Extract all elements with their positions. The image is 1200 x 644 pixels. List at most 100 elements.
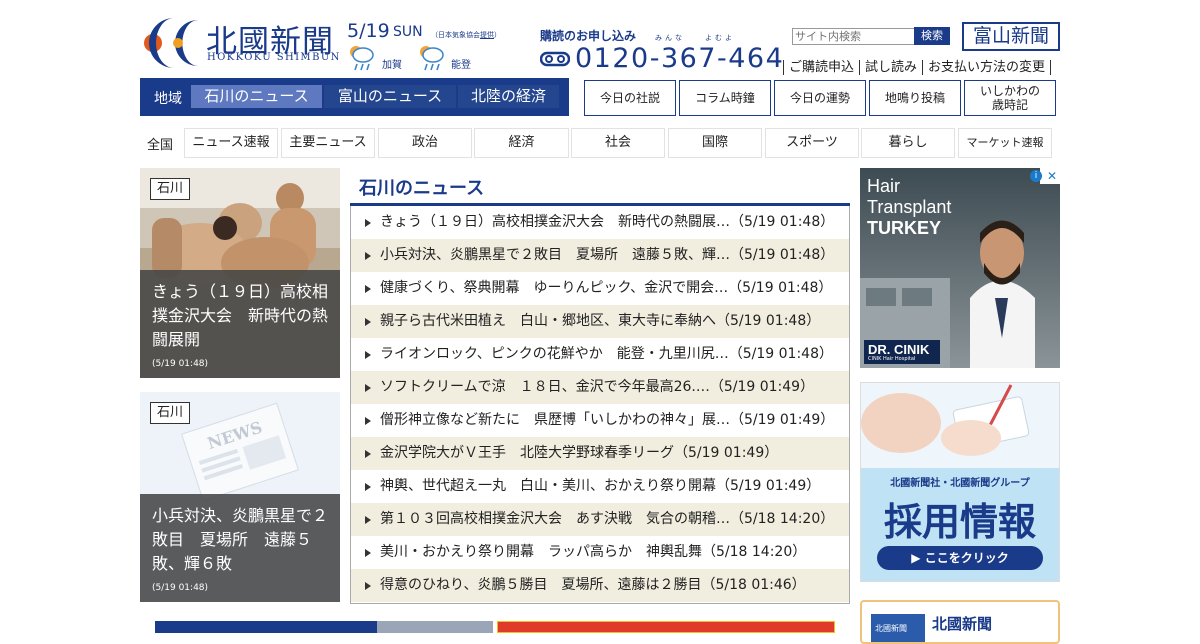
hair-ad-line1: Hair	[867, 176, 901, 196]
subscription-links: ご購読申込 試し読み お支払い方法の変更	[783, 56, 1052, 75]
site-search-input[interactable]	[792, 28, 916, 45]
tab-breaking-news[interactable]: ニュース速報	[184, 128, 278, 158]
hair-transplant-ad[interactable]: i ✕ Hair Transplant TURKEY DR. CINIK CIN…	[860, 168, 1060, 368]
news-headline[interactable]: 健康づくり、祭典開幕 ゆーりんピック、金沢で開会…（5/19 01:48）	[380, 272, 832, 305]
ishikawa-seasonal-button[interactable]: いしかわの 歳時記	[964, 80, 1056, 116]
bottom-banner-photo	[377, 621, 493, 633]
cloudy-rain-icon[interactable]	[416, 42, 446, 72]
list-item[interactable]: 神輿、世代超え一丸 白山・美川、おかえり祭り開幕（5/19 01:49）	[351, 470, 849, 503]
triangle-bullet-icon	[365, 384, 371, 392]
featured-card[interactable]: 石川 きょう（１９日）高校相撲金沢大会 新時代の熱闘展開 (5/19 01:48…	[140, 168, 340, 378]
hair-ad-brand: DR. CINIK	[868, 342, 930, 357]
tab-economy[interactable]: 経済	[474, 128, 569, 158]
news-section-heading: 石川のニュース	[359, 178, 485, 199]
weather-area-noto[interactable]: 能登	[451, 56, 471, 71]
tab-sports[interactable]: スポーツ	[765, 128, 859, 158]
news-headline[interactable]: きょう（１９日）高校相撲金沢大会 新時代の熱闘展…（5/19 01:48）	[380, 206, 834, 239]
weather-credit-suffix: ）	[494, 31, 501, 39]
column-jisho-button[interactable]: コラム時鐘	[679, 80, 771, 116]
tab-society[interactable]: 社会	[571, 128, 665, 158]
news-headline[interactable]: 第１０３回高校相撲金沢大会 あす決戦 気合の朝稽…（5/18 14:20）	[380, 503, 834, 536]
recruitment-ad[interactable]: 北國新聞社・北國新聞グループ 採用情報 ▶ ここをクリック	[860, 382, 1060, 582]
editorial-button[interactable]: 今日の社説	[584, 80, 676, 116]
cloudy-rain-icon[interactable]	[346, 42, 376, 72]
subscription-phone[interactable]: 0120-367-464	[575, 43, 784, 74]
hokkoku-app-logo-text: 北國新聞	[875, 624, 907, 633]
weather-area-kaga[interactable]: 加賀	[382, 56, 402, 71]
weather-credit-link[interactable]: 提供	[480, 31, 494, 39]
tab-toyama-news[interactable]: 富山のニュース	[324, 85, 456, 108]
card-title[interactable]: 小兵対決、炎鵬黒星で２敗目 夏場所 遠藤５敗、輝６敗	[152, 504, 330, 576]
recruit-ad-cta[interactable]: ▶ ここをクリック	[877, 546, 1043, 570]
list-item[interactable]: 美川・おかえり祭り開幕 ラッパ高らか 神輿乱舞（5/18 14:20）	[351, 536, 849, 569]
triangle-bullet-icon	[365, 219, 371, 227]
triangle-bullet-icon	[365, 351, 371, 359]
subscribe-link[interactable]: ご購読申込	[783, 60, 860, 75]
tab-living[interactable]: 暮らし	[861, 128, 955, 158]
tab-international[interactable]: 国際	[668, 128, 762, 158]
ishikawa-seasonal-label: いしかわの 歳時記	[979, 84, 1040, 112]
list-item[interactable]: きょう（１９日）高校相撲金沢大会 新時代の熱闘展…（5/19 01:48）	[351, 206, 849, 239]
news-headline[interactable]: 小兵対決、炎鵬黒星で２敗目 夏場所 遠藤５敗、輝…（5/19 01:48）	[380, 239, 834, 272]
news-headline[interactable]: 親子ら古代米田植え 白山・郷地区、東大寺に奉納へ（5/19 01:48）	[380, 305, 820, 338]
news-list: きょう（１９日）高校相撲金沢大会 新時代の熱闘展…（5/19 01:48） 小兵…	[350, 206, 850, 604]
featured-card[interactable]: NEWS 石川 小兵対決、炎鵬黒星で２敗目 夏場所 遠藤５敗、輝６敗 (5/19…	[140, 392, 340, 602]
card-caption: 小兵対決、炎鵬黒星で２敗目 夏場所 遠藤５敗、輝６敗 (5/19 01:48)	[140, 494, 340, 602]
news-headline[interactable]: 金沢学院大がＶ王手 北陸大学野球春季リーグ（5/19 01:49）	[380, 437, 778, 470]
card-time: (5/19 01:48)	[152, 583, 209, 593]
region-nav-label: 地域	[154, 91, 182, 107]
list-item[interactable]: 健康づくり、祭典開幕 ゆーりんピック、金沢で開会…（5/19 01:48）	[351, 272, 849, 305]
free-dial-icon	[540, 51, 570, 67]
news-headline[interactable]: 美川・おかえり祭り開幕 ラッパ高らか 神輿乱舞（5/18 14:20）	[380, 536, 806, 569]
horoscope-button[interactable]: 今日の運勢	[774, 80, 866, 116]
bottom-banner[interactable]	[497, 621, 835, 633]
hair-ad-sub: CINIK Hair Hospital	[868, 356, 916, 362]
tab-hokuriku-economy[interactable]: 北陸の経済	[458, 85, 559, 108]
hair-ad-line3: TURKEY	[867, 218, 942, 238]
ad-close-icon[interactable]: ✕	[1047, 169, 1057, 183]
payment-change-link[interactable]: お支払い方法の変更	[922, 60, 1052, 75]
news-headline[interactable]: 得意のひねり、炎鵬５勝目 夏場所、遠藤は２勝目（5/18 01:46）	[380, 569, 806, 602]
ad-info-icon[interactable]: i	[1030, 170, 1042, 182]
hokkoku-app-ad[interactable]: 北國新聞 北國新聞	[860, 600, 1060, 644]
news-headline[interactable]: ライオンロック、ピンクの花鮮やか 能登・九里川尻…（5/19 01:48）	[380, 338, 833, 371]
list-item[interactable]: 第１０３回高校相撲金沢大会 あす決戦 気合の朝稽…（5/18 14:20）	[351, 503, 849, 536]
trial-read-link[interactable]: 試し読み	[859, 60, 923, 75]
triangle-bullet-icon	[365, 285, 371, 293]
reader-post-button[interactable]: 地鳴り投稿	[869, 80, 961, 116]
current-date: 5/19	[347, 20, 390, 42]
search-button[interactable]: 検索	[914, 27, 950, 45]
bottom-banner[interactable]	[155, 621, 493, 633]
tab-politics[interactable]: 政治	[378, 128, 472, 158]
triangle-bullet-icon	[365, 318, 371, 326]
current-weekday: SUN	[393, 24, 423, 40]
list-item[interactable]: 僧形神立像など新たに 県歴博「いしかわの神々」展…（5/19 01:49）	[351, 404, 849, 437]
recruit-ad-title: 採用情報	[883, 500, 1036, 544]
tab-market-news[interactable]: マーケット速報	[958, 128, 1052, 158]
hair-ad-line2: Transplant	[867, 197, 952, 217]
list-item[interactable]: 小兵対決、炎鵬黒星で２敗目 夏場所 遠藤５敗、輝…（5/19 01:48）	[351, 239, 849, 272]
triangle-bullet-icon	[365, 417, 371, 425]
card-title[interactable]: きょう（１９日）高校相撲金沢大会 新時代の熱闘展開	[152, 280, 330, 352]
news-headline[interactable]: 僧形神立像など新たに 県歴博「いしかわの神々」展…（5/19 01:49）	[380, 404, 834, 437]
triangle-bullet-icon	[365, 450, 371, 458]
news-headline[interactable]: 神輿、世代超え一丸 白山・美川、おかえり祭り開幕（5/19 01:49）	[380, 470, 820, 503]
list-item[interactable]: ライオンロック、ピンクの花鮮やか 能登・九里川尻…（5/19 01:48）	[351, 338, 849, 371]
triangle-bullet-icon	[365, 549, 371, 557]
tab-ishikawa-news[interactable]: 石川のニュース	[191, 85, 322, 108]
list-item[interactable]: ソフトクリームで涼 １８日、金沢で今年最高26.…（5/19 01:49）	[351, 371, 849, 404]
site-logo-roman: HOKKOKU SHIMBUN	[207, 52, 341, 63]
tab-top-news[interactable]: 主要ニュース	[281, 128, 375, 158]
list-item[interactable]: 金沢学院大がＶ王手 北陸大学野球春季リーグ（5/19 01:49）	[351, 437, 849, 470]
card-caption: きょう（１９日）高校相撲金沢大会 新時代の熱闘展開 (5/19 01:48)	[140, 270, 340, 378]
hair-ad-brand-box: DR. CINIK CINIK Hair Hospital	[864, 340, 940, 364]
hokkoku-app-ad-text: 北國新聞	[932, 615, 993, 633]
list-item[interactable]: 親子ら古代米田植え 白山・郷地区、東大寺に奉納へ（5/19 01:48）	[351, 305, 849, 338]
triangle-bullet-icon	[365, 483, 371, 491]
triangle-bullet-icon	[365, 582, 371, 590]
weather-credit: （日本気象協会提供）	[431, 30, 501, 40]
news-headline[interactable]: ソフトクリームで涼 １８日、金沢で今年最高26.…（5/19 01:49）	[380, 371, 814, 404]
toyama-shimbun-button[interactable]: 富山新聞	[962, 22, 1060, 51]
list-item[interactable]: 得意のひねり、炎鵬５勝目 夏場所、遠藤は２勝目（5/18 01:46）	[351, 569, 849, 602]
recruit-ad-company: 北國新聞社・北國新聞グループ	[890, 478, 1030, 489]
